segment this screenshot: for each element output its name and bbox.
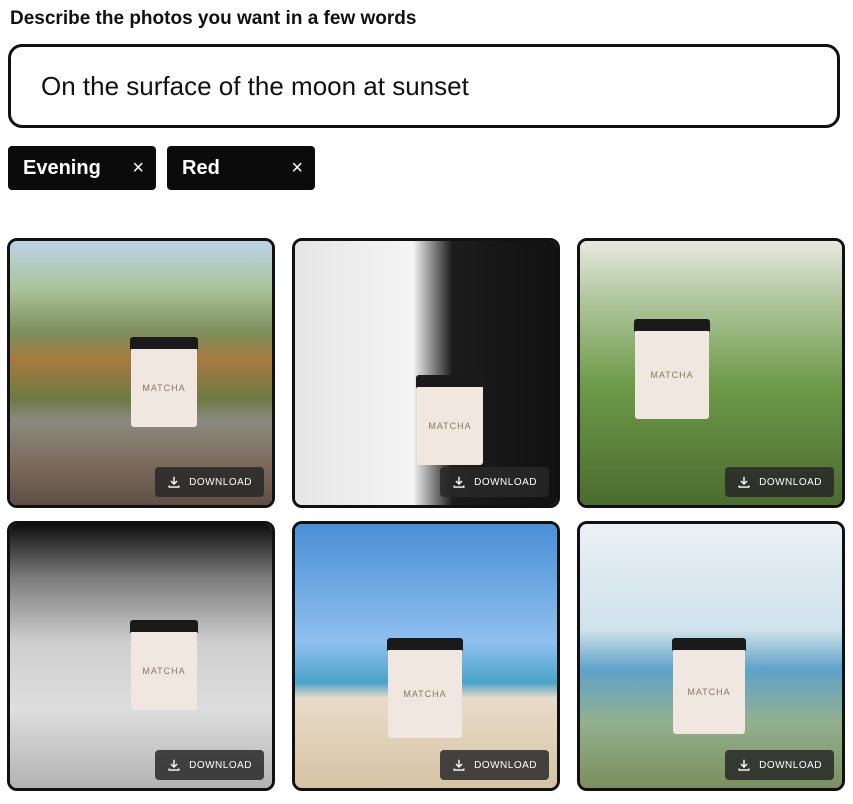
download-icon	[168, 759, 180, 771]
tag-red: Red ×	[167, 146, 315, 190]
photo-grid: MATCHA DOWNLOAD MATCHA DOWNLOAD MATCHA D…	[7, 238, 845, 791]
product-label: MATCHA	[635, 331, 709, 419]
tag-label: Red	[182, 156, 220, 179]
tag-list: Evening × Red ×	[8, 146, 315, 190]
download-button[interactable]: DOWNLOAD	[155, 467, 264, 497]
product-label: MATCHA	[417, 387, 483, 465]
product-label: MATCHA	[131, 349, 197, 427]
tag-evening: Evening ×	[8, 146, 156, 190]
photo-garden: MATCHA	[580, 241, 842, 505]
download-icon	[738, 476, 750, 488]
product-can: MATCHA	[130, 337, 198, 427]
product-label: MATCHA	[131, 632, 197, 710]
download-icon	[168, 476, 180, 488]
product-label: MATCHA	[388, 650, 462, 738]
prompt-input[interactable]: On the surface of the moon at sunset	[8, 44, 840, 128]
photo-beach: MATCHA	[295, 524, 557, 788]
page-title: Describe the photos you want in a few wo…	[10, 8, 417, 29]
product-can: MATCHA	[672, 638, 746, 734]
remove-tag-icon[interactable]: ×	[132, 158, 144, 178]
photo-card[interactable]: MATCHA DOWNLOAD	[292, 238, 560, 508]
photo-card[interactable]: MATCHA DOWNLOAD	[577, 238, 845, 508]
product-can: MATCHA	[416, 375, 484, 465]
photo-palm: MATCHA	[580, 524, 842, 788]
download-button[interactable]: DOWNLOAD	[440, 467, 549, 497]
download-button[interactable]: DOWNLOAD	[725, 750, 834, 780]
tag-label: Evening	[23, 156, 101, 179]
photo-marble: MATCHA	[295, 241, 557, 505]
download-button[interactable]: DOWNLOAD	[725, 467, 834, 497]
photo-card[interactable]: MATCHA DOWNLOAD	[7, 521, 275, 791]
photo-card[interactable]: MATCHA DOWNLOAD	[292, 521, 560, 791]
photo-cliff: MATCHA	[10, 241, 272, 505]
download-icon	[738, 759, 750, 771]
download-icon	[453, 759, 465, 771]
product-can: MATCHA	[130, 620, 198, 710]
product-can: MATCHA	[634, 319, 710, 419]
photo-card[interactable]: MATCHA DOWNLOAD	[577, 521, 845, 791]
product-label: MATCHA	[673, 650, 745, 734]
remove-tag-icon[interactable]: ×	[291, 158, 303, 178]
product-can: MATCHA	[387, 638, 463, 738]
photo-moon: MATCHA	[10, 524, 272, 788]
download-button[interactable]: DOWNLOAD	[440, 750, 549, 780]
download-button[interactable]: DOWNLOAD	[155, 750, 264, 780]
photo-card[interactable]: MATCHA DOWNLOAD	[7, 238, 275, 508]
download-icon	[453, 476, 465, 488]
